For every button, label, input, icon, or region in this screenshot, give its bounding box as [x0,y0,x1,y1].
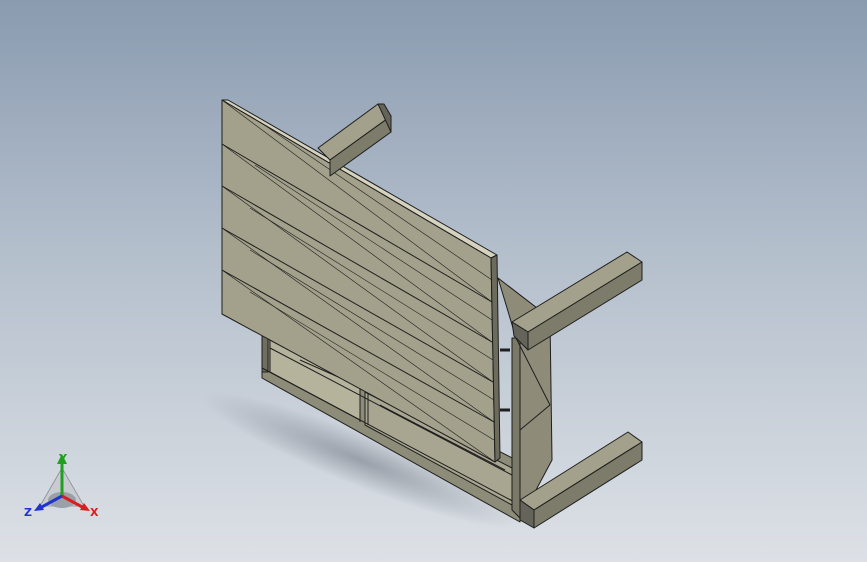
z-axis-label: Z [24,506,32,519]
leg-rail-middle [511,251,643,351]
y-axis-label: Y [58,452,68,465]
x-axis-label: X [90,506,99,519]
coordinate-triad: Y X Z [24,452,99,519]
graphics-viewport[interactable]: Y X Z [0,0,867,562]
cad-model-view[interactable] [0,0,867,562]
